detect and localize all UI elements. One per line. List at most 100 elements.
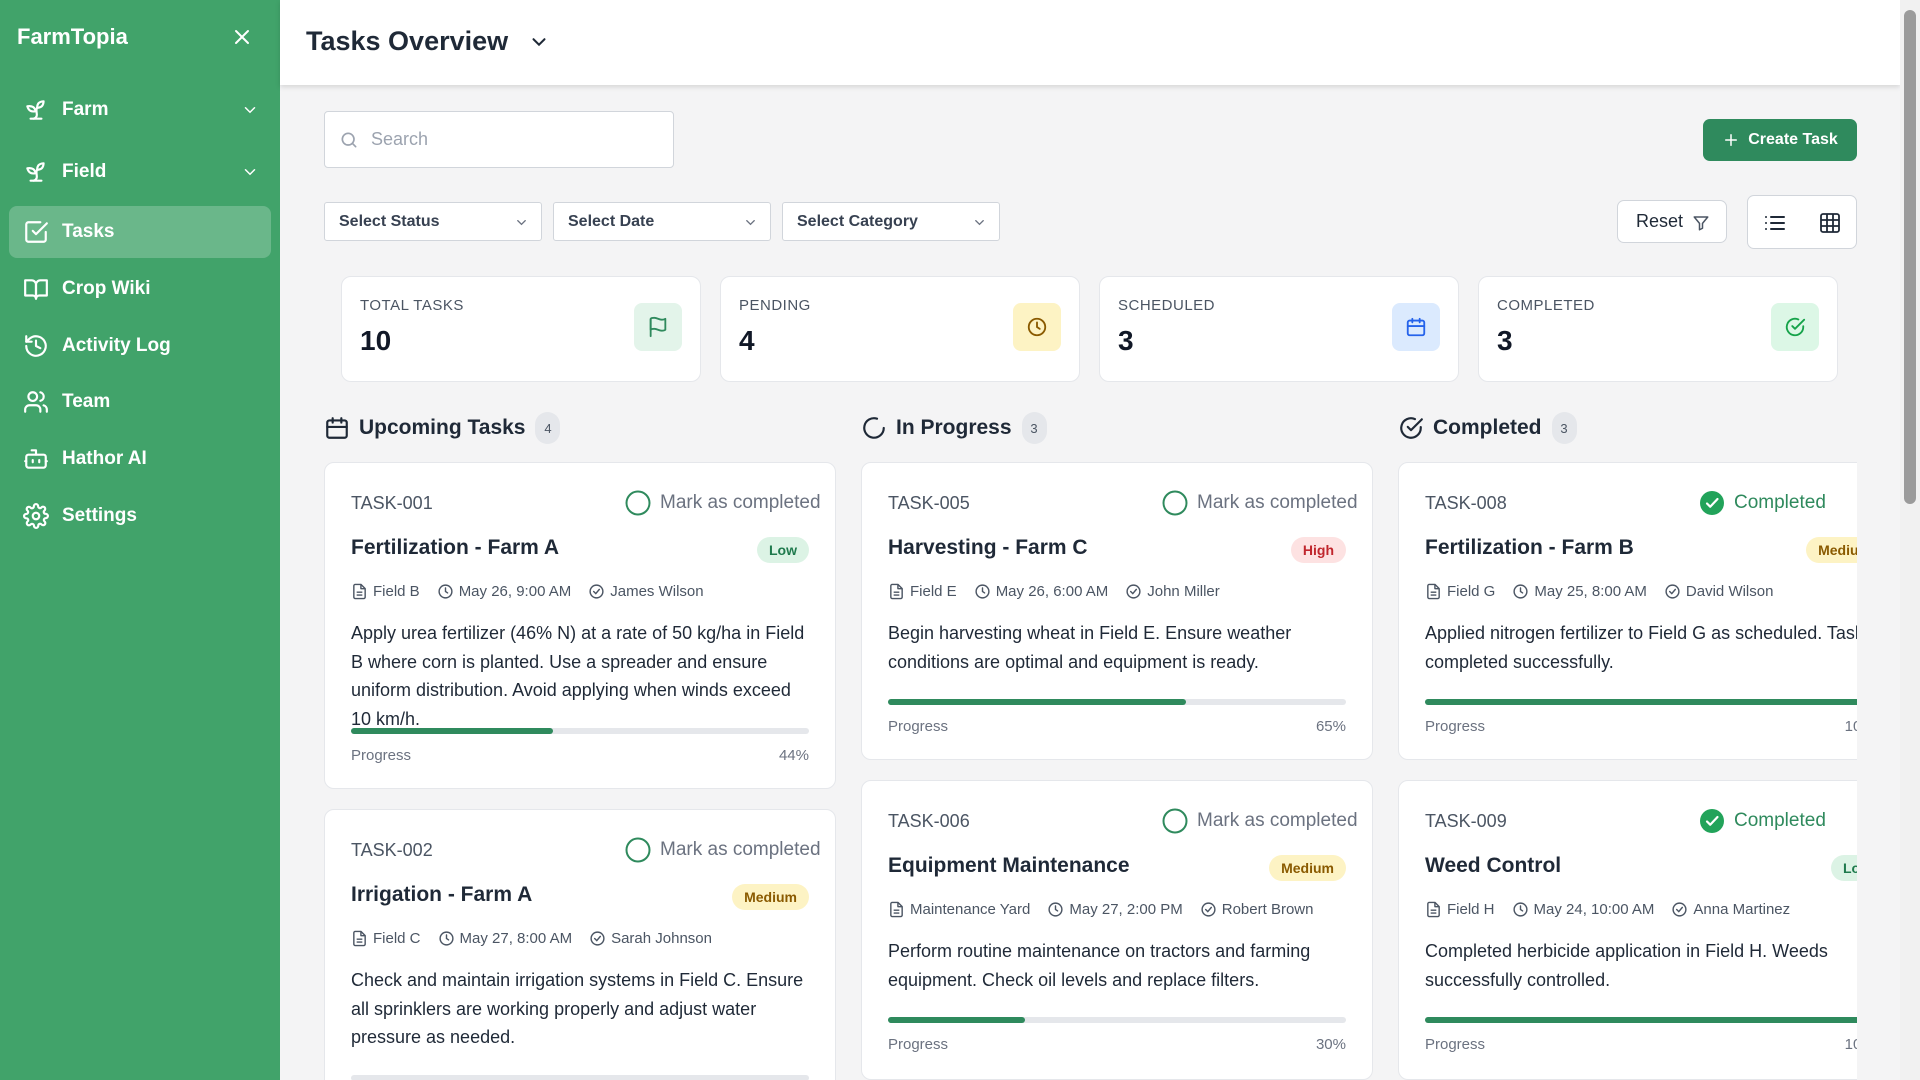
completed-status[interactable]: Completed	[1699, 808, 1826, 834]
mark-label: Mark as completed	[660, 492, 821, 513]
task-assignee: Anna Martinez	[1693, 901, 1791, 918]
list-view-button[interactable]	[1763, 211, 1787, 235]
gear-icon	[23, 503, 49, 529]
title-dropdown-button[interactable]	[528, 31, 550, 53]
task-card[interactable]: TASK-006 Mark as completed Equipment Mai…	[861, 780, 1373, 1080]
task-field: Maintenance Yard	[910, 901, 1031, 918]
column-title: Completed	[1433, 416, 1542, 439]
mark-complete-button[interactable]: Mark as completed	[625, 837, 821, 863]
close-sidebar-button[interactable]	[230, 25, 254, 49]
priority-badge: Low	[757, 537, 809, 563]
task-date: May 27, 2:00 PM	[1069, 901, 1183, 918]
progress-fill	[888, 699, 1186, 705]
task-date: May 25, 8:00 AM	[1534, 583, 1647, 600]
field-meta: Field C	[351, 930, 421, 947]
task-field: Field G	[1447, 583, 1496, 600]
task-description: Begin harvesting wheat in Field E. Ensur…	[888, 623, 1292, 672]
search-input[interactable]: Search	[324, 111, 674, 168]
task-card[interactable]: TASK-009 Completed Weed Control Low Fiel…	[1398, 780, 1857, 1080]
calendar-icon	[326, 417, 348, 439]
completed-status[interactable]: Completed	[1699, 490, 1826, 516]
file-icon	[890, 901, 903, 918]
task-card[interactable]: TASK-001 Mark as completed Fertilization…	[324, 462, 836, 789]
progress-label: Progress	[888, 718, 949, 735]
mark-label: Completed	[1734, 810, 1826, 831]
task-title: Harvesting - Farm C	[888, 536, 1088, 559]
sidebar-item-field[interactable]: Field	[9, 146, 271, 198]
sidebar-item-farm[interactable]: Farm	[9, 84, 271, 136]
sidebar-item-label: Team	[62, 391, 111, 412]
check-square-icon	[25, 221, 48, 243]
clock-icon	[1027, 317, 1047, 337]
sprout-icon	[26, 100, 45, 120]
progress-value: 100%	[1844, 1036, 1857, 1053]
file-icon	[890, 583, 903, 600]
priority-badge: Medium	[1269, 855, 1346, 881]
task-card[interactable]: TASK-008 Completed Fertilization - Farm …	[1398, 462, 1857, 760]
chevron-down-icon	[244, 169, 256, 176]
check-circle-icon	[1700, 491, 1724, 515]
sidebar-item-hathor-ai[interactable]: Hathor AI	[9, 433, 271, 485]
check-circle-icon	[589, 584, 604, 599]
column-title: Upcoming Tasks	[359, 416, 526, 439]
list-icon	[1765, 216, 1785, 230]
sidebar-item-team[interactable]: Team	[9, 376, 271, 428]
status-filter-select[interactable]: Select Status	[324, 202, 542, 241]
sidebar-item-label: Hathor AI	[62, 448, 147, 469]
check-circle-icon	[1785, 317, 1806, 337]
sidebar-item-activity-log[interactable]: Activity Log	[9, 320, 271, 372]
date-meta: May 27, 8:00 AM	[438, 930, 572, 947]
mark-complete-button[interactable]: Mark as completed	[1162, 808, 1358, 834]
stat-value: 3	[1497, 325, 1513, 356]
progress-bar	[351, 1075, 809, 1080]
mark-complete-button[interactable]: Mark as completed	[625, 490, 821, 516]
stat-label: TOTAL TASKS	[360, 297, 464, 314]
progress-value: 65%	[1315, 718, 1346, 735]
task-title: Irrigation - Farm A	[351, 883, 533, 906]
column-in-progress: TASK-005 Mark as completed Harvesting - …	[861, 460, 1375, 1080]
grid-icon	[1820, 213, 1840, 233]
loader-icon	[863, 417, 885, 439]
task-id: TASK-008	[1425, 493, 1507, 513]
progress-bar	[888, 1017, 1346, 1023]
task-card[interactable]: TASK-002 Mark as completed Irrigation - …	[324, 809, 836, 1080]
file-icon	[353, 583, 366, 600]
field-meta: Field H	[1425, 901, 1495, 918]
assignee-meta: Sarah Johnson	[589, 930, 712, 947]
progress-value: 30%	[1315, 1036, 1346, 1053]
task-title: Weed Control	[1425, 854, 1562, 877]
check-circle-icon	[1400, 417, 1423, 439]
sidebar-item-tasks[interactable]: Tasks	[9, 206, 271, 258]
mark-label: Mark as completed	[660, 839, 821, 860]
date-filter-label: Select Date	[568, 212, 655, 230]
progress-bar	[888, 699, 1346, 705]
chevron-down-icon	[975, 220, 984, 226]
stat-icon-box	[1392, 303, 1440, 351]
brand-logo: FarmTopia	[17, 24, 128, 49]
assignee-meta: Anna Martinez	[1671, 901, 1790, 918]
date-filter-select[interactable]: Select Date	[553, 202, 771, 241]
priority-badge: Medium	[1806, 537, 1857, 563]
task-id: TASK-009	[1425, 811, 1507, 831]
file-icon	[1427, 901, 1440, 918]
mark-complete-button[interactable]: Mark as completed	[1162, 490, 1358, 516]
assignee-meta: John Miller	[1125, 583, 1220, 600]
task-card[interactable]: TASK-005 Mark as completed Harvesting - …	[861, 462, 1373, 760]
scrollbar-thumb[interactable]	[1904, 10, 1916, 504]
category-filter-select[interactable]: Select Category	[782, 202, 1000, 241]
column-header-in-progress: In Progress 3	[861, 411, 1047, 445]
mark-label: Mark as completed	[1197, 810, 1358, 831]
sidebar-item-settings[interactable]: Settings	[9, 490, 271, 542]
progress-label: Progress	[888, 1036, 949, 1053]
file-icon	[353, 930, 366, 947]
grid-view-button[interactable]	[1818, 211, 1842, 235]
create-task-button[interactable]: Create Task	[1703, 119, 1857, 161]
status-filter-label: Select Status	[339, 212, 440, 230]
circle-icon	[625, 837, 651, 863]
reset-filters-button[interactable]: Reset	[1617, 200, 1727, 243]
column-count-badge: 3	[1551, 412, 1577, 444]
task-assignee: David Wilson	[1685, 583, 1774, 600]
sidebar-item-crop-wiki[interactable]: Crop Wiki	[9, 263, 271, 315]
sidebar-item-label: Farm	[62, 99, 109, 120]
task-id: TASK-005	[888, 493, 970, 513]
